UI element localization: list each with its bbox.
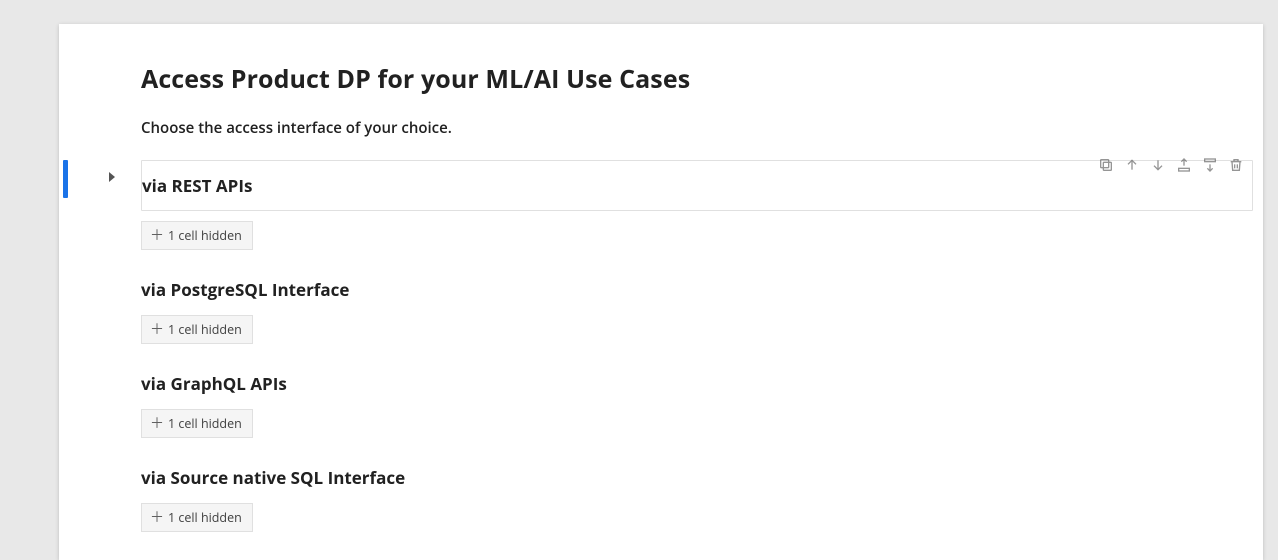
section-heading[interactable]: via GraphQL APIs: [141, 368, 1253, 399]
plus-icon: ＋: [150, 323, 164, 337]
page-title: Access Product DP for your ML/AI Use Cas…: [141, 62, 1223, 96]
section-postgresql: via PostgreSQL Interface ＋ 1 cell hidden: [141, 274, 1253, 362]
notebook-card: Access Product DP for your ML/AI Use Cas…: [59, 24, 1263, 560]
move-up-icon[interactable]: [1124, 157, 1140, 173]
hidden-cell-label: 1 cell hidden: [168, 321, 242, 338]
show-hidden-cells-button[interactable]: ＋ 1 cell hidden: [141, 503, 253, 532]
section-rest-apis: via REST APIs: [141, 160, 1253, 268]
header-block: Access Product DP for your ML/AI Use Cas…: [141, 62, 1223, 138]
section-heading[interactable]: via Source native SQL Interface: [141, 462, 1253, 493]
show-hidden-cells-button[interactable]: ＋ 1 cell hidden: [141, 409, 253, 438]
section-heading[interactable]: via PostgreSQL Interface: [141, 274, 1253, 305]
plus-icon: ＋: [150, 511, 164, 525]
plus-icon: ＋: [150, 229, 164, 243]
move-down-icon[interactable]: [1150, 157, 1166, 173]
delete-icon[interactable]: [1228, 157, 1244, 173]
section-heading: via REST APIs: [142, 166, 1244, 205]
section-graphql: via GraphQL APIs ＋ 1 cell hidden: [141, 368, 1253, 456]
section-row[interactable]: via REST APIs: [141, 160, 1253, 211]
plus-icon: ＋: [150, 417, 164, 431]
copy-icon[interactable]: [1098, 157, 1114, 173]
hidden-cell-label: 1 cell hidden: [168, 227, 242, 244]
expand-icon[interactable]: [109, 172, 115, 182]
hidden-cell-label: 1 cell hidden: [168, 415, 242, 432]
page-subtitle: Choose the access interface of your choi…: [141, 118, 1223, 138]
cell-toolbar: [1098, 157, 1252, 173]
hidden-cell-label: 1 cell hidden: [168, 509, 242, 526]
selection-indicator: [63, 160, 68, 198]
show-hidden-cells-button[interactable]: ＋ 1 cell hidden: [141, 315, 253, 344]
section-native-sql: via Source native SQL Interface ＋ 1 cell…: [141, 462, 1253, 550]
insert-below-icon[interactable]: [1202, 157, 1218, 173]
show-hidden-cells-button[interactable]: ＋ 1 cell hidden: [141, 221, 253, 250]
insert-above-icon[interactable]: [1176, 157, 1192, 173]
